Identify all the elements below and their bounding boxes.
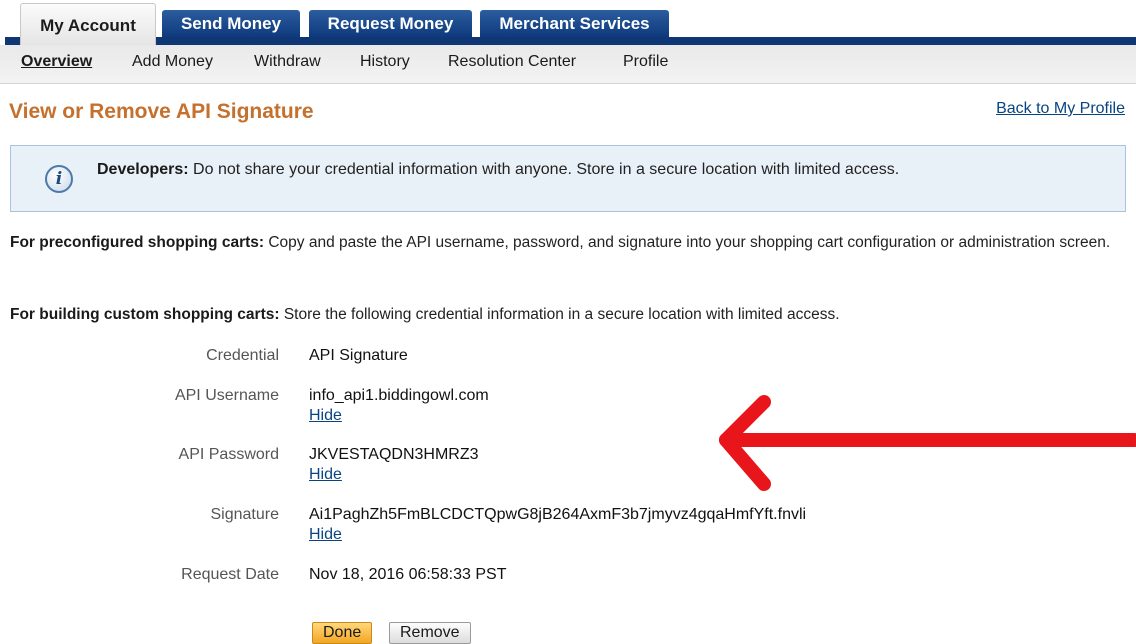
done-button[interactable]: Done: [312, 622, 373, 644]
custom-text: Store the following credential informati…: [279, 306, 840, 323]
tab-send-money[interactable]: Send Money: [162, 10, 300, 37]
tab-request-money[interactable]: Request Money: [309, 10, 472, 37]
sub-navigation: Overview Add Money Withdraw History Reso…: [0, 45, 1136, 84]
custom-carts-paragraph: For building custom shopping carts: Stor…: [10, 302, 1120, 328]
preconfigured-lead: For preconfigured shopping carts:: [10, 234, 265, 251]
request-date-label: Request Date: [181, 566, 279, 583]
arrow-head: [719, 395, 771, 491]
credential-label: Credential: [206, 347, 279, 364]
preconfigured-carts-paragraph: For preconfigured shopping carts: Copy a…: [10, 230, 1120, 256]
tab-bar-rule: [5, 37, 1136, 45]
subnav-withdraw[interactable]: Withdraw: [254, 53, 321, 71]
tab-merchant-services[interactable]: Merchant Services: [480, 10, 669, 37]
hide-password-link[interactable]: Hide: [309, 466, 342, 484]
api-username-value: info_api1.biddingowl.com: [309, 387, 489, 404]
signature-label: Signature: [210, 506, 280, 523]
subnav-resolution-center[interactable]: Resolution Center: [448, 53, 576, 71]
request-date-value: Nov 18, 2016 06:58:33 PST: [309, 566, 507, 583]
info-body: Do not share your credential information…: [188, 161, 900, 178]
back-to-profile-link[interactable]: Back to My Profile: [996, 100, 1125, 118]
main-tab-bar: My Account Send Money Request Money Merc…: [0, 0, 1136, 46]
remove-button[interactable]: Remove: [389, 622, 471, 644]
api-username-label: API Username: [174, 387, 279, 404]
preconfigured-text: Copy and paste the API username, passwor…: [264, 234, 1111, 251]
api-password-label: API Password: [178, 446, 279, 463]
info-message: Developers: Do not share your credential…: [97, 161, 899, 179]
subnav-profile[interactable]: Profile: [623, 53, 668, 71]
hide-signature-link[interactable]: Hide: [309, 526, 342, 544]
hide-username-link[interactable]: Hide: [309, 407, 342, 425]
custom-lead: For building custom shopping carts:: [10, 306, 280, 323]
api-password-value: JKVESTAQDN3HMRZ3: [309, 446, 479, 463]
signature-value: Ai1PaghZh5FmBLCDCTQpwG8jB264AxmF3b7jmyvz…: [309, 506, 807, 523]
subnav-add-money[interactable]: Add Money: [132, 53, 213, 71]
page-title: View or Remove API Signature: [9, 100, 314, 123]
developer-info-banner: i Developers: Do not share your credenti…: [10, 145, 1126, 212]
tab-my-account[interactable]: My Account: [20, 3, 156, 45]
arrow-shape: [719, 395, 1136, 491]
info-icon: i: [45, 165, 73, 193]
credential-value: API Signature: [309, 347, 408, 364]
info-lead: Developers:: [97, 161, 189, 178]
subnav-history[interactable]: History: [360, 53, 410, 71]
subnav-overview[interactable]: Overview: [21, 53, 92, 71]
